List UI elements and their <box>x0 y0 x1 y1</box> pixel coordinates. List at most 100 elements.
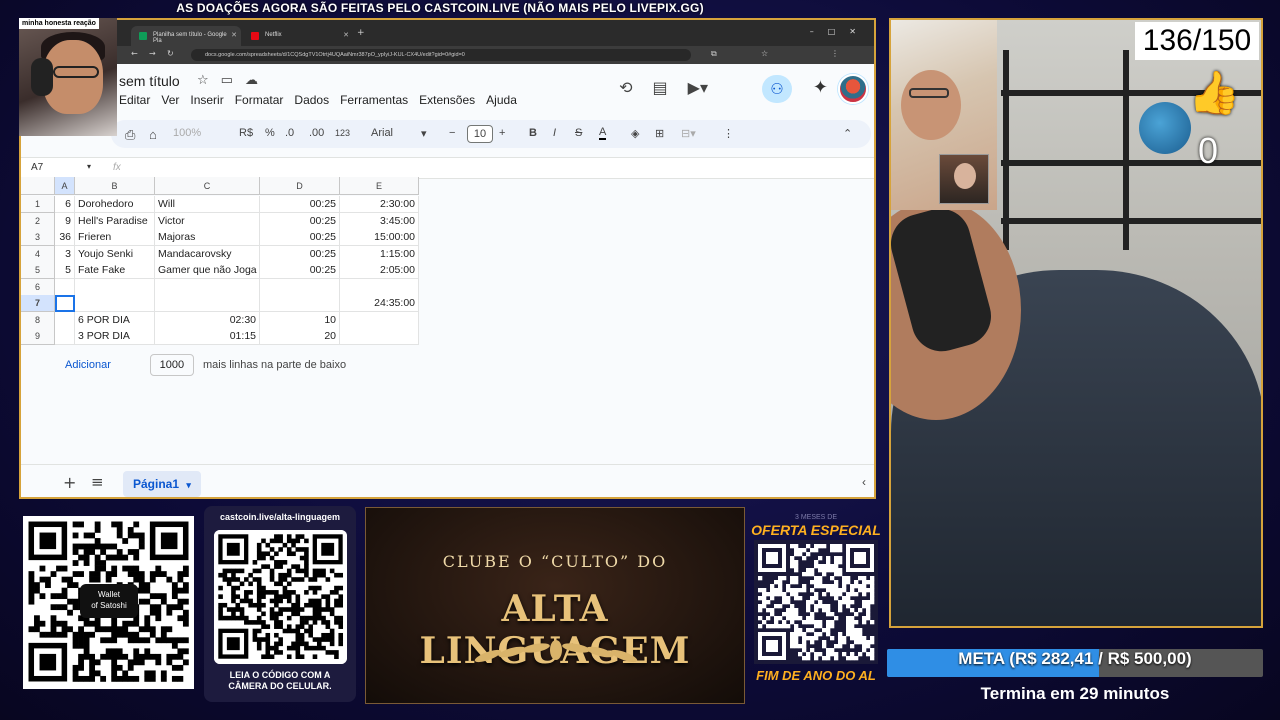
menu-item-ajuda[interactable]: Ajuda <box>486 93 517 107</box>
paint-format-icon[interactable]: ⌂ <box>149 127 157 142</box>
cell-e1[interactable]: 2:30:00 <box>340 196 419 213</box>
add-sheet-icon[interactable]: + <box>63 473 76 492</box>
url-field[interactable]: docs.google.com/spreadsheets/d/1CQSdgTV1… <box>191 49 691 61</box>
name-box-dropdown-icon[interactable]: ▾ <box>87 162 91 171</box>
cell-c6[interactable] <box>155 278 260 296</box>
star-icon[interactable]: ☆ <box>197 73 221 88</box>
cell-a2[interactable]: 9 <box>55 212 75 230</box>
close-tab-icon[interactable]: ✕ <box>231 31 237 39</box>
cell-d2[interactable]: 00:25 <box>260 212 340 230</box>
cell-b3[interactable]: Frieren <box>75 229 155 246</box>
menu-item-ferramentas[interactable]: Ferramentas <box>340 93 408 107</box>
document-title[interactable]: sem título <box>119 73 180 89</box>
cell-e8[interactable] <box>340 311 419 329</box>
column-header-d[interactable]: D <box>260 177 340 195</box>
zoom-select[interactable]: 100% <box>173 127 201 139</box>
add-rows-count-input[interactable]: 1000 <box>149 354 194 376</box>
select-all-corner[interactable] <box>21 177 55 195</box>
cell-e2[interactable]: 3:45:00 <box>340 212 419 230</box>
name-box[interactable]: A7 <box>31 162 43 173</box>
font-family-select[interactable]: Arial <box>371 127 393 139</box>
increase-font-size-icon[interactable]: + <box>499 127 505 139</box>
cell-e9[interactable] <box>340 328 419 345</box>
cell-c5[interactable]: Gamer que não Joga <box>155 262 260 279</box>
cell-a5[interactable]: 5 <box>55 262 75 279</box>
cell-b9[interactable]: 3 POR DIA <box>75 328 155 345</box>
cell-e6[interactable] <box>340 278 419 296</box>
more-toolbar-icon[interactable]: ⋮ <box>723 127 734 140</box>
cell-a7[interactable] <box>55 295 75 312</box>
browser-tab-sheets[interactable]: Planilha sem título - Google Pla ✕ <box>131 26 241 46</box>
cell-c2[interactable]: Victor <box>155 212 260 230</box>
cell-d6[interactable] <box>260 278 340 296</box>
explore-collapse-icon[interactable]: ‹ <box>862 475 866 489</box>
cell-a9[interactable] <box>55 328 75 345</box>
row-header[interactable]: 1 <box>21 196 55 213</box>
forward-icon[interactable]: → <box>149 49 156 58</box>
column-header-c[interactable]: C <box>155 177 260 195</box>
number-format-button[interactable]: 123 <box>335 128 350 138</box>
bold-icon[interactable]: B <box>529 127 537 139</box>
move-folder-icon[interactable]: ▭ <box>221 73 245 88</box>
sheet-tab-dropdown-icon[interactable]: ▾ <box>186 480 191 490</box>
cell-c3[interactable]: Majoras <box>155 229 260 246</box>
meet-icon[interactable]: ▶▾ <box>688 78 708 97</box>
back-icon[interactable]: ← <box>131 49 138 58</box>
font-size-input[interactable]: 10 <box>467 125 493 143</box>
column-header-b[interactable]: B <box>75 177 155 195</box>
borders-icon[interactable]: ⊞ <box>655 127 664 140</box>
cell-a4[interactable]: 3 <box>55 245 75 263</box>
history-icon[interactable]: ⟲ <box>619 78 632 97</box>
cell-d3[interactable]: 00:25 <box>260 229 340 246</box>
cell-d7[interactable] <box>260 295 340 312</box>
strikethrough-icon[interactable]: S <box>575 127 582 139</box>
row-header[interactable]: 8 <box>21 311 55 329</box>
decrease-decimal-button[interactable]: .0 <box>285 127 294 139</box>
increase-decimal-button[interactable]: .00 <box>309 127 324 139</box>
cell-c1[interactable]: Will <box>155 196 260 213</box>
menu-item-extensoes[interactable]: Extensões <box>419 93 475 107</box>
decrease-font-size-icon[interactable]: − <box>449 127 455 139</box>
text-color-icon[interactable]: A <box>599 127 607 140</box>
cell-e3[interactable]: 15:00:00 <box>340 229 419 246</box>
cell-b6[interactable] <box>75 278 155 296</box>
cell-b7[interactable] <box>75 295 155 312</box>
row-header[interactable]: 5 <box>21 262 55 279</box>
cell-c7[interactable] <box>155 295 260 312</box>
menu-item-editar[interactable]: Editar <box>119 93 150 107</box>
cell-b8[interactable]: 6 POR DIA <box>75 311 155 329</box>
row-header[interactable]: 4 <box>21 245 55 263</box>
bookmarks-icon[interactable]: ☆ <box>761 49 768 58</box>
row-header[interactable]: 7 <box>21 295 55 312</box>
cell-a8[interactable] <box>55 311 75 329</box>
cell-c4[interactable]: Mandacarovsky <box>155 245 260 263</box>
cell-d8[interactable]: 10 <box>260 311 340 329</box>
window-controls[interactable]: –□✕ <box>810 27 870 36</box>
cell-a3[interactable]: 36 <box>55 229 75 246</box>
row-header[interactable]: 3 <box>21 229 55 246</box>
gemini-icon[interactable]: ✦ <box>813 77 828 98</box>
cell-d5[interactable]: 00:25 <box>260 262 340 279</box>
row-header[interactable]: 2 <box>21 212 55 230</box>
account-avatar[interactable] <box>838 74 868 104</box>
currency-format-button[interactable]: R$ <box>239 127 253 139</box>
cell-b1[interactable]: Dorohedoro <box>75 196 155 213</box>
menu-item-formatar[interactable]: Formatar <box>235 93 284 107</box>
new-tab-icon[interactable]: + <box>357 28 365 38</box>
cell-b5[interactable]: Fate Fake <box>75 262 155 279</box>
merge-cells-icon[interactable]: ⊟▾ <box>681 127 696 140</box>
cell-c9[interactable]: 01:15 <box>155 328 260 345</box>
close-tab-icon[interactable]: ✕ <box>343 31 349 39</box>
extensions-icon[interactable]: ⧉ <box>711 49 717 59</box>
all-sheets-icon[interactable]: ≡ <box>91 473 104 491</box>
share-button[interactable]: ⚇ <box>762 75 792 103</box>
collapse-toolbar-icon[interactable]: ⌃ <box>843 127 852 140</box>
column-header-e[interactable]: E <box>340 177 419 195</box>
add-rows-button[interactable]: Adicionar <box>65 359 111 371</box>
menu-item-dados[interactable]: Dados <box>294 93 329 107</box>
cell-e7[interactable]: 24:35:00 <box>340 295 419 312</box>
cell-d4[interactable]: 00:25 <box>260 245 340 263</box>
percent-format-button[interactable]: % <box>265 127 275 139</box>
cell-b4[interactable]: Youjo Senki <box>75 245 155 263</box>
cell-b2[interactable]: Hell's Paradise <box>75 212 155 230</box>
